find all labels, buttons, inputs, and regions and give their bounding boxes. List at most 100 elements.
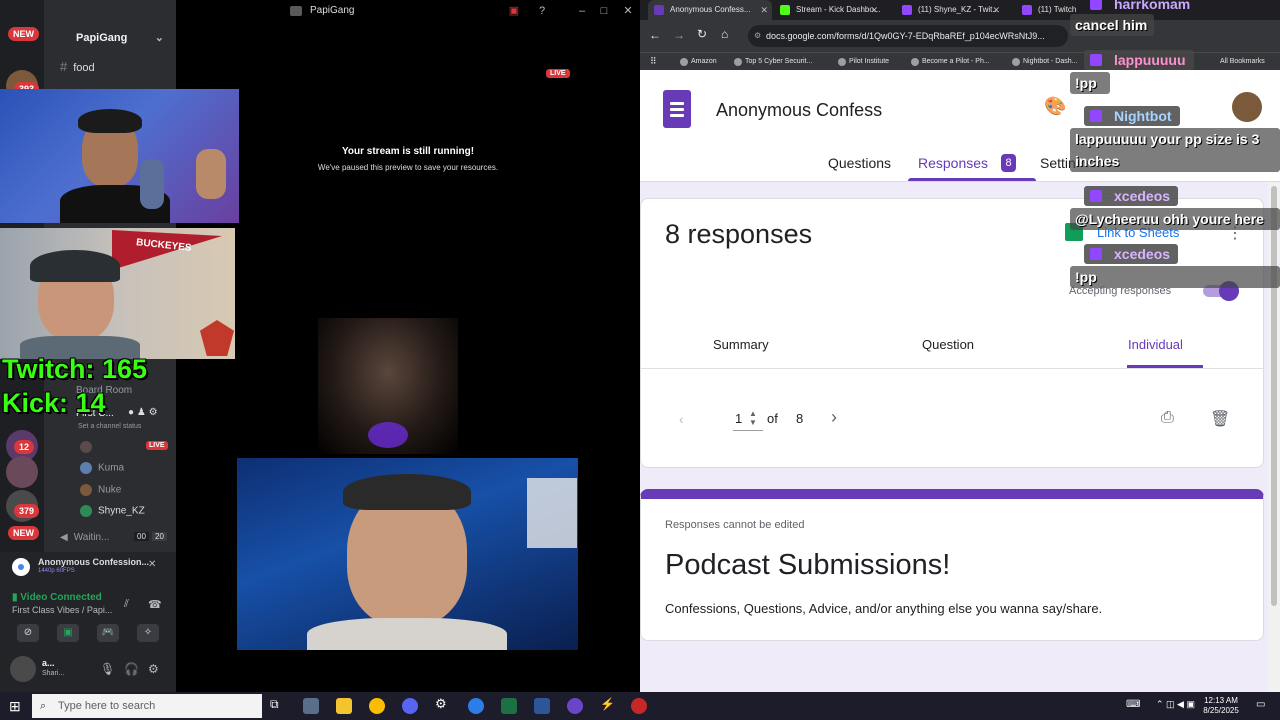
discord-icon[interactable] [402,698,418,714]
discord-window: NEW 393 12 379 NEW PapiGang ⌄ #food Boar… [0,0,640,692]
avatar [80,505,92,517]
voice-user-row[interactable]: Kuma [80,462,124,474]
forward-icon[interactable]: → [673,28,685,42]
individual-response-card: Responses cannot be edited Podcast Submi… [640,489,1264,641]
chat-icon[interactable]: ● [128,407,134,418]
gear-icon[interactable]: ⚙ [149,407,158,418]
server-icon[interactable] [6,456,38,488]
channel-food[interactable]: # food [60,59,95,74]
palette-icon[interactable]: 🎨 [1044,96,1066,117]
excel-icon[interactable] [501,698,517,714]
voice-user-row[interactable]: Nuke [80,484,121,496]
chat-username: harrkomam [1084,0,1198,14]
avatar [80,441,92,453]
bookmark[interactable]: Pilot Institute [838,53,889,71]
word-icon[interactable] [534,698,550,714]
soundboard-icon[interactable]: ✧ [137,624,159,642]
streamer-hair [78,109,142,133]
disconnect-icon[interactable]: ☎ [148,598,162,611]
task-view-icon[interactable]: ⧉ [270,697,286,713]
tray-icons[interactable]: ⌃ ◫ ◀ ▣ [1156,699,1195,710]
waiting-room-channel[interactable]: ◀ Waitin... 00 20 [60,532,167,543]
chevron-right-icon[interactable]: › [831,407,837,428]
apps-icon[interactable]: ⠿ [650,56,657,67]
maximize-icon[interactable]: □ [596,3,612,19]
close-tab-icon[interactable]: ✕ [992,0,1000,20]
avatar[interactable] [10,656,36,682]
spinner-icon[interactable]: ▲ ▼ [749,409,757,427]
browser-tab[interactable]: Anonymous Confess... ✕ [648,0,772,20]
close-icon[interactable]: ✕ [148,559,156,570]
webcam-feed-1 [0,89,239,223]
clock[interactable]: 12:13 AM 8/25/2025 [1196,696,1246,716]
voice-user-row[interactable]: Shyne_KZ [80,505,145,517]
delete-icon[interactable]: 🗑 [1210,409,1230,429]
chrome-icon[interactable] [369,698,385,714]
chevron-left-icon[interactable]: ‹ [679,411,684,427]
notifications-icon[interactable]: ▭ [1256,699,1265,710]
user-panel: Anonymous Confession... 1440p 60FPS ✕ ▮ … [0,552,176,692]
divider [641,368,1263,369]
chat-message: @Lycheeruu ohh youre here [1070,208,1280,230]
close-tab-icon[interactable]: ✕ [870,0,878,20]
keyboard-icon[interactable]: ⌨ [1126,699,1140,710]
video-off-icon[interactable]: ⊘ [17,624,39,642]
username: a... [42,658,55,668]
windows-start-icon[interactable]: ⊞ [9,698,21,715]
minimize-icon[interactable]: – [574,3,590,19]
tab-responses[interactable]: Responses [918,155,988,171]
server-header[interactable]: PapiGang ⌄ [44,26,176,50]
avatar[interactable] [1232,92,1262,122]
forms-logo-icon[interactable] [663,90,691,128]
inbox-icon[interactable]: ▣ [506,3,522,19]
file-explorer-icon[interactable] [336,698,352,714]
app-icon[interactable] [468,698,484,714]
home-icon[interactable]: ⌂ [721,27,728,41]
site-info-icon[interactable]: ⚙ [754,25,761,47]
activity-icon[interactable]: 🎮 [97,624,119,642]
stream-paused-subtitle: We've paused this preview to save your r… [317,163,499,172]
gear-icon[interactable]: ⚙ [148,662,159,676]
bookmark[interactable]: Nightbot - Dash... [1012,53,1077,71]
channel-status[interactable]: Set a channel status [78,423,141,430]
browser-tab[interactable]: Stream - Kick Dashbo... ✕ [774,0,882,20]
add-member-icon[interactable]: ♟ [137,407,146,418]
help-icon[interactable]: ? [534,3,550,19]
bookmark[interactable]: Become a Pilot - Ph... [911,53,990,71]
gear-icon[interactable]: ⚙ [435,696,451,712]
stream-preview-person [318,318,458,454]
stream-paused-title: Your stream is still running! [341,146,475,157]
screen-share-icon[interactable]: ▣ [57,624,79,642]
all-bookmarks[interactable]: All Bookmarks [1220,53,1265,71]
taskbar-search[interactable]: ⌕ Type here to search [32,694,262,718]
address-bar[interactable]: ⚙ docs.google.com/forms/d/1Qw0GY-7-EDqRb… [748,25,1068,47]
subtab-question[interactable]: Question [922,337,974,352]
tab-questions[interactable]: Questions [828,155,891,171]
form-body: 8 responses Link to Sheets ⋮ Accepting r… [640,182,1280,692]
bookmark[interactable]: Amazon [680,53,717,71]
back-icon[interactable]: ← [649,28,661,42]
chevron-down-icon: ⌄ [154,32,164,44]
obs-icon[interactable] [631,698,647,714]
print-icon[interactable]: ⎙ [1161,409,1174,427]
browser-tab[interactable]: (11) Shyne_KZ - Twit... ✕ [896,0,1004,20]
form-title-input[interactable]: Anonymous Confess [716,100,882,121]
close-tab-icon[interactable]: ✕ [760,0,768,20]
app-icon[interactable]: ⚡ [600,697,616,713]
headphones-icon[interactable]: 🎧 [124,662,139,676]
response-number-input[interactable]: 1 ▲ ▼ [733,409,763,431]
app-icon[interactable] [567,698,583,714]
scrollbar-thumb[interactable] [1271,186,1277,606]
streamer-shirt [307,618,507,650]
taskbar: ⊞ ⌕ Type here to search ⧉ ⚙ ⚡ ⌨ ⌃ ◫ ◀ ▣ … [0,692,1280,720]
search-icon: ⌕ [40,700,47,712]
close-icon[interactable]: ✕ [620,3,636,19]
subtab-individual[interactable]: Individual [1128,337,1183,352]
noise-suppression-icon[interactable]: ⫽ [124,598,129,611]
reload-icon[interactable]: ↻ [697,27,707,41]
bookmark[interactable]: Top 5 Cyber Securit... [734,53,812,71]
microphone-icon[interactable]: 🎙 [100,662,115,676]
app-icon[interactable] [303,698,319,714]
subtab-summary[interactable]: Summary [713,337,769,352]
channel-actions: ● ♟ ⚙ [128,407,158,418]
